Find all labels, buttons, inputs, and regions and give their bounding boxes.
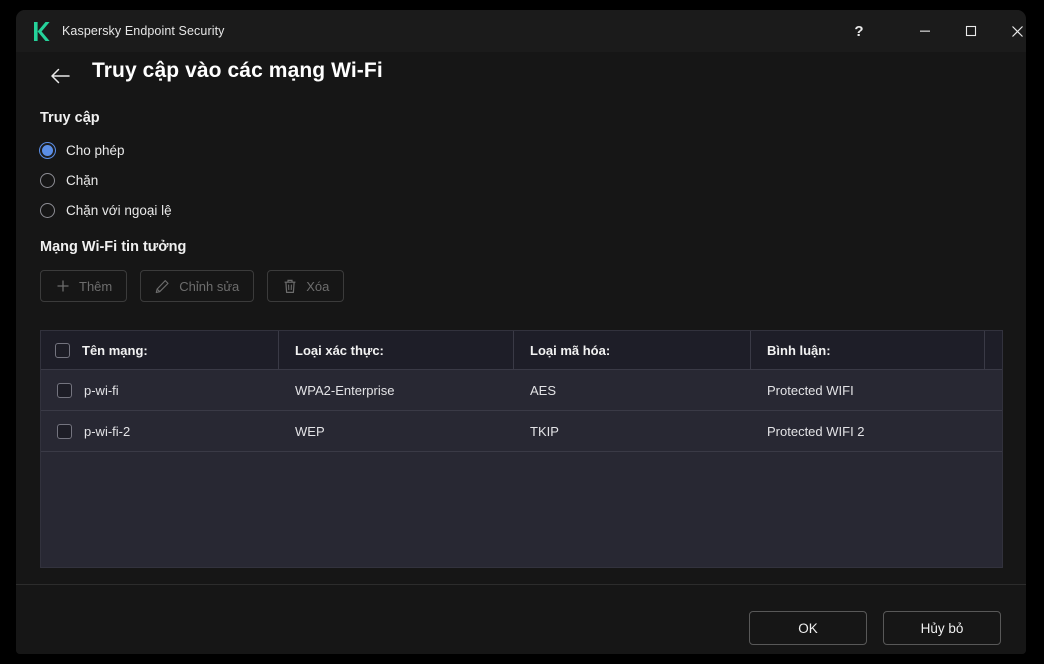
page-title: Truy cập vào các mạng Wi-Fi — [92, 59, 383, 83]
minimize-icon[interactable] — [902, 10, 948, 52]
dialog-footer: OK Hủy bỏ — [16, 584, 1026, 654]
row-checkbox[interactable] — [57, 424, 72, 439]
column-header-encryption-type[interactable]: Loại mã hóa: — [514, 331, 751, 369]
cell-network-name: p-wi-fi — [41, 370, 279, 410]
row-checkbox[interactable] — [57, 383, 72, 398]
maximize-icon[interactable] — [948, 10, 994, 52]
cell-encryption-type: TKIP — [514, 411, 751, 451]
title-bar: Kaspersky Endpoint Security ? — [16, 10, 1026, 52]
edit-button[interactable]: Chỉnh sửa — [140, 270, 254, 302]
radio-indicator-block-with-exceptions — [40, 203, 55, 218]
app-title: Kaspersky Endpoint Security — [62, 24, 225, 38]
delete-button-label: Xóa — [306, 279, 329, 294]
column-header-auth-type[interactable]: Loại xác thực: — [279, 331, 514, 369]
help-icon[interactable]: ? — [836, 10, 882, 52]
radio-label-block: Chặn — [66, 173, 98, 188]
content-area: Truy cập Cho phép Chặn Chặn với ngoại lệ… — [16, 98, 1026, 584]
plus-icon — [55, 279, 70, 294]
cell-auth-type: WPA2-Enterprise — [279, 370, 514, 410]
back-arrow-icon[interactable] — [44, 60, 76, 92]
cell-spacer — [985, 370, 1002, 410]
column-header-network-name-label: Tên mạng: — [82, 343, 148, 358]
radio-option-block[interactable]: Chặn — [40, 168, 98, 192]
cell-comment: Protected WIFI — [751, 370, 985, 410]
pencil-icon — [155, 279, 170, 294]
column-header-network-name[interactable]: Tên mạng: — [41, 331, 279, 369]
cell-comment: Protected WIFI 2 — [751, 411, 985, 451]
cell-encryption-type: AES — [514, 370, 751, 410]
column-header-spacer — [985, 331, 1002, 369]
application-window: Kaspersky Endpoint Security ? Truy cập v… — [16, 10, 1026, 654]
cell-network-name-label: p-wi-fi — [84, 383, 119, 398]
access-section-label: Truy cập — [40, 110, 100, 126]
trash-icon — [282, 279, 297, 294]
add-button-label: Thêm — [79, 279, 112, 294]
column-header-comment[interactable]: Bình luận: — [751, 331, 985, 369]
radio-indicator-block — [40, 173, 55, 188]
kaspersky-logo-icon — [32, 21, 52, 42]
cell-network-name-label: p-wi-fi-2 — [84, 424, 130, 439]
select-all-checkbox[interactable] — [55, 343, 70, 358]
edit-button-label: Chỉnh sửa — [179, 279, 239, 294]
trusted-networks-section-label: Mạng Wi-Fi tin tưởng — [40, 239, 186, 255]
radio-option-block-with-exceptions[interactable]: Chặn với ngoại lệ — [40, 198, 172, 222]
add-button[interactable]: Thêm — [40, 270, 127, 302]
cancel-button[interactable]: Hủy bỏ — [883, 611, 1001, 645]
close-icon[interactable] — [994, 10, 1026, 52]
delete-button[interactable]: Xóa — [267, 270, 344, 302]
cell-auth-type: WEP — [279, 411, 514, 451]
radio-label-block-with-exceptions: Chặn với ngoại lệ — [66, 203, 172, 218]
radio-option-allow[interactable]: Cho phép — [40, 138, 125, 162]
trusted-networks-table: Tên mạng: Loại xác thực: Loại mã hóa: Bì… — [40, 330, 1003, 568]
ok-button[interactable]: OK — [749, 611, 867, 645]
table-row[interactable]: p-wi-fi-2 WEP TKIP Protected WIFI 2 — [41, 411, 1002, 452]
table-row[interactable]: p-wi-fi WPA2-Enterprise AES Protected WI… — [41, 370, 1002, 411]
page-header: Truy cập vào các mạng Wi-Fi — [16, 52, 1026, 98]
cell-network-name: p-wi-fi-2 — [41, 411, 279, 451]
radio-indicator-allow — [40, 143, 55, 158]
table-toolbar: Thêm Chỉnh sửa — [40, 270, 344, 302]
cell-spacer — [985, 411, 1002, 451]
table-header-row: Tên mạng: Loại xác thực: Loại mã hóa: Bì… — [41, 331, 1002, 370]
radio-label-allow: Cho phép — [66, 143, 125, 158]
